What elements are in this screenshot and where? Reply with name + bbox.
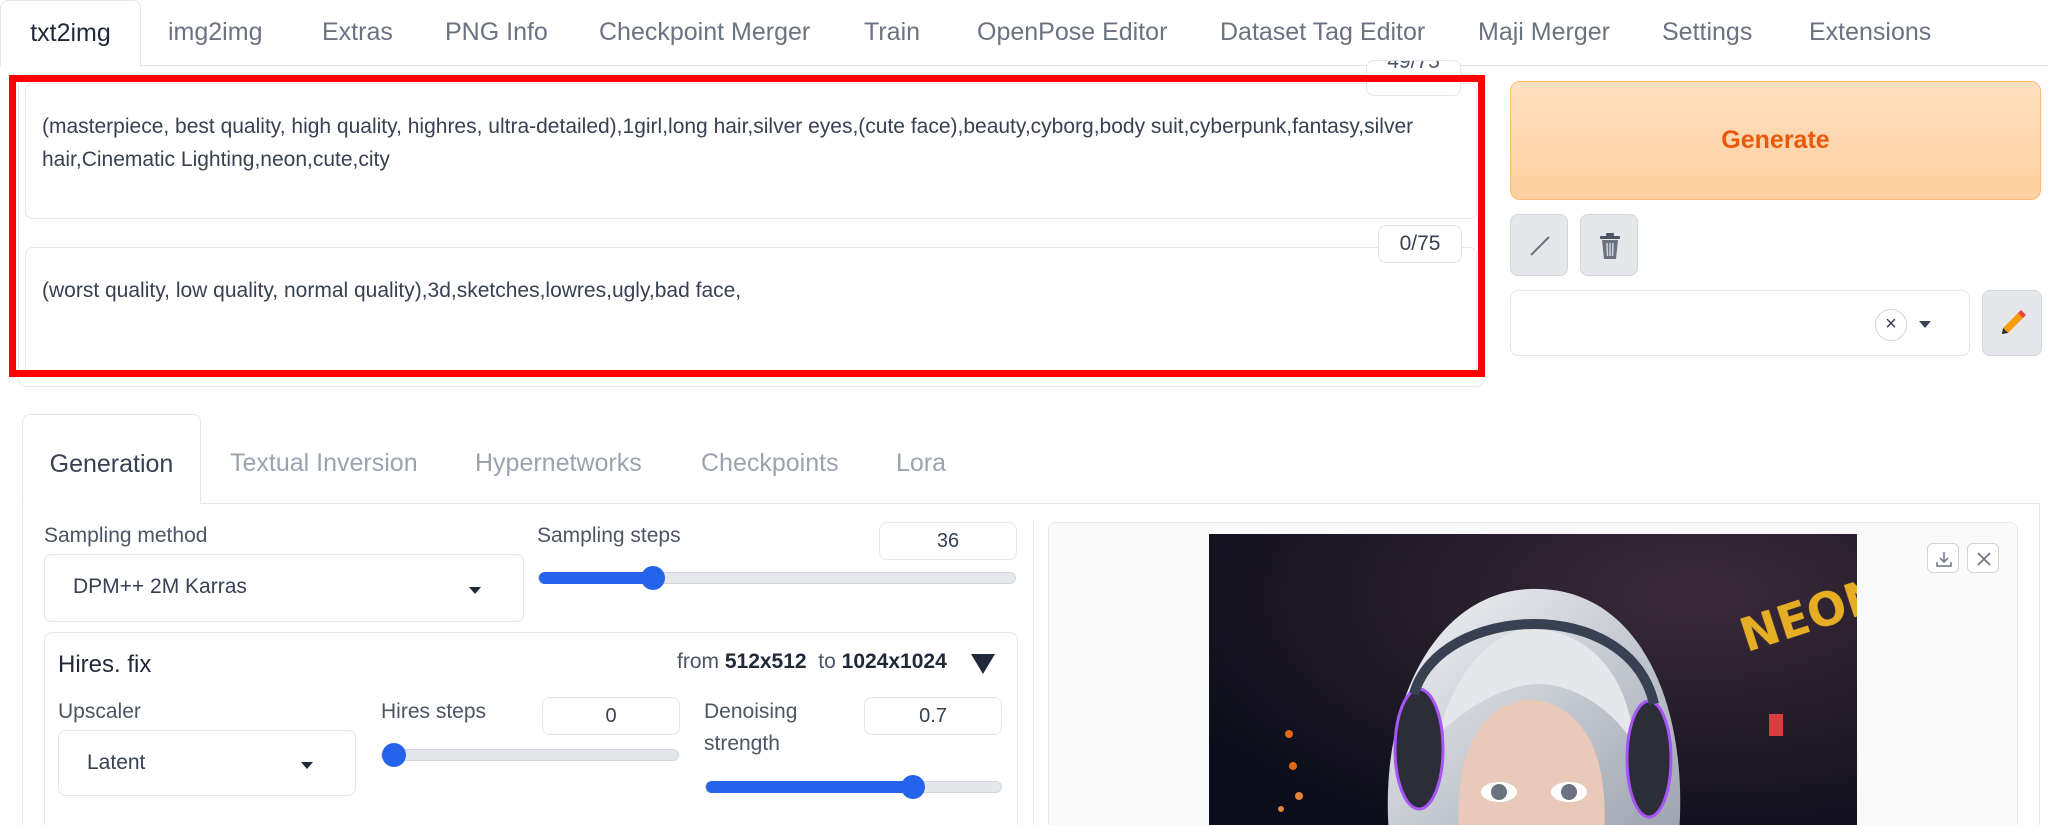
negative-token-counter: 0/75 xyxy=(1378,225,1462,263)
collapse-triangle-icon[interactable] xyxy=(971,654,995,674)
denoising-strength-input[interactable]: 0.7 xyxy=(864,697,1002,735)
trash-icon xyxy=(1600,233,1620,259)
positive-token-counter: 49/75 xyxy=(1366,60,1461,96)
hires-steps-input[interactable]: 0 xyxy=(542,697,680,735)
upscaler-dropdown[interactable]: Latent xyxy=(58,730,356,796)
hires-resolution-summary: from 512x512 to 1024x1024 xyxy=(677,650,947,674)
column-divider xyxy=(1033,520,1034,825)
chevron-down-icon xyxy=(301,762,313,769)
from-resolution: 512x512 xyxy=(724,650,807,673)
chevron-down-icon xyxy=(1919,321,1931,328)
download-icon xyxy=(1936,552,1952,567)
generated-image-preview[interactable]: NEON xyxy=(1209,534,1857,825)
hires-steps-slider[interactable] xyxy=(381,743,679,767)
prompt-panel: (masterpiece, best quality, high quality… xyxy=(18,74,1484,387)
tab-maji-merger[interactable]: Maji Merger xyxy=(1478,18,1610,47)
denoising-strength-slider[interactable] xyxy=(705,775,1002,799)
edit-styles-button[interactable] xyxy=(1982,290,2042,356)
styles-dropdown[interactable]: × xyxy=(1510,290,1970,356)
clear-prompt-button[interactable] xyxy=(1580,214,1638,276)
tab-txt2img[interactable]: txt2img xyxy=(0,0,141,67)
hires-steps-label: Hires steps xyxy=(381,700,487,723)
tab-checkpoint-merger[interactable]: Checkpoint Merger xyxy=(599,18,810,47)
tab-generation[interactable]: Generation xyxy=(22,414,201,504)
tab-train[interactable]: Train xyxy=(864,18,920,47)
sampling-method-label: Sampling method xyxy=(44,524,208,547)
sampling-method-value: DPM++ 2M Karras xyxy=(73,575,247,598)
top-tab-bar: txt2img img2img Extras PNG Info Checkpoi… xyxy=(0,0,2048,67)
sampling-method-dropdown[interactable]: DPM++ 2M Karras xyxy=(44,554,524,622)
tab-dataset-tag-editor[interactable]: Dataset Tag Editor xyxy=(1220,18,1425,47)
paste-prompt-button[interactable] xyxy=(1510,214,1568,276)
tab-png-info[interactable]: PNG Info xyxy=(445,18,548,47)
sampling-steps-fill xyxy=(539,572,654,584)
download-image-button[interactable] xyxy=(1927,543,1959,573)
sampling-steps-slider[interactable] xyxy=(538,566,1016,590)
from-label: from xyxy=(677,650,719,673)
close-image-button[interactable] xyxy=(1967,543,1999,573)
paste-arrow-icon xyxy=(1530,236,1550,256)
close-icon xyxy=(1977,552,1991,566)
upscaler-label: Upscaler xyxy=(58,700,141,723)
sampling-steps-input[interactable]: 36 xyxy=(879,522,1017,560)
tab-settings[interactable]: Settings xyxy=(1662,18,1752,47)
tab-hypernetworks[interactable]: Hypernetworks xyxy=(475,449,642,478)
denoising-strength-fill xyxy=(706,781,913,793)
positive-prompt-input[interactable]: (masterpiece, best quality, high quality… xyxy=(25,83,1477,219)
negative-prompt-input[interactable]: (worst quality, low quality, normal qual… xyxy=(25,247,1477,375)
denoising-label-line1: Denoising xyxy=(704,700,798,723)
tab-extensions[interactable]: Extensions xyxy=(1809,18,1931,47)
tab-lora[interactable]: Lora xyxy=(896,449,946,478)
tab-img2img[interactable]: img2img xyxy=(168,18,262,47)
sampling-steps-label: Sampling steps xyxy=(537,524,681,547)
tab-checkpoints[interactable]: Checkpoints xyxy=(701,449,839,478)
generate-button[interactable]: Generate xyxy=(1510,81,2041,200)
hires-fix-title: Hires. fix xyxy=(58,651,152,678)
upscaler-value: Latent xyxy=(87,751,146,774)
clear-styles-button[interactable]: × xyxy=(1875,309,1907,341)
chevron-down-icon xyxy=(469,587,481,594)
generated-image-drawing: NEON xyxy=(1209,534,1857,825)
tab-openpose-editor[interactable]: OpenPose Editor xyxy=(977,18,1167,47)
pencil-icon xyxy=(2002,310,2026,334)
to-label: to xyxy=(818,650,836,673)
denoising-label-line2: strength xyxy=(704,732,780,755)
tab-textual-inversion[interactable]: Textual Inversion xyxy=(230,449,418,478)
hires-steps-thumb[interactable] xyxy=(382,743,406,767)
denoising-strength-thumb[interactable] xyxy=(900,775,925,799)
positive-token-counter-text: 49/75 xyxy=(1387,60,1440,73)
to-resolution: 1024x1024 xyxy=(841,650,947,673)
tab-extras[interactable]: Extras xyxy=(322,18,393,47)
